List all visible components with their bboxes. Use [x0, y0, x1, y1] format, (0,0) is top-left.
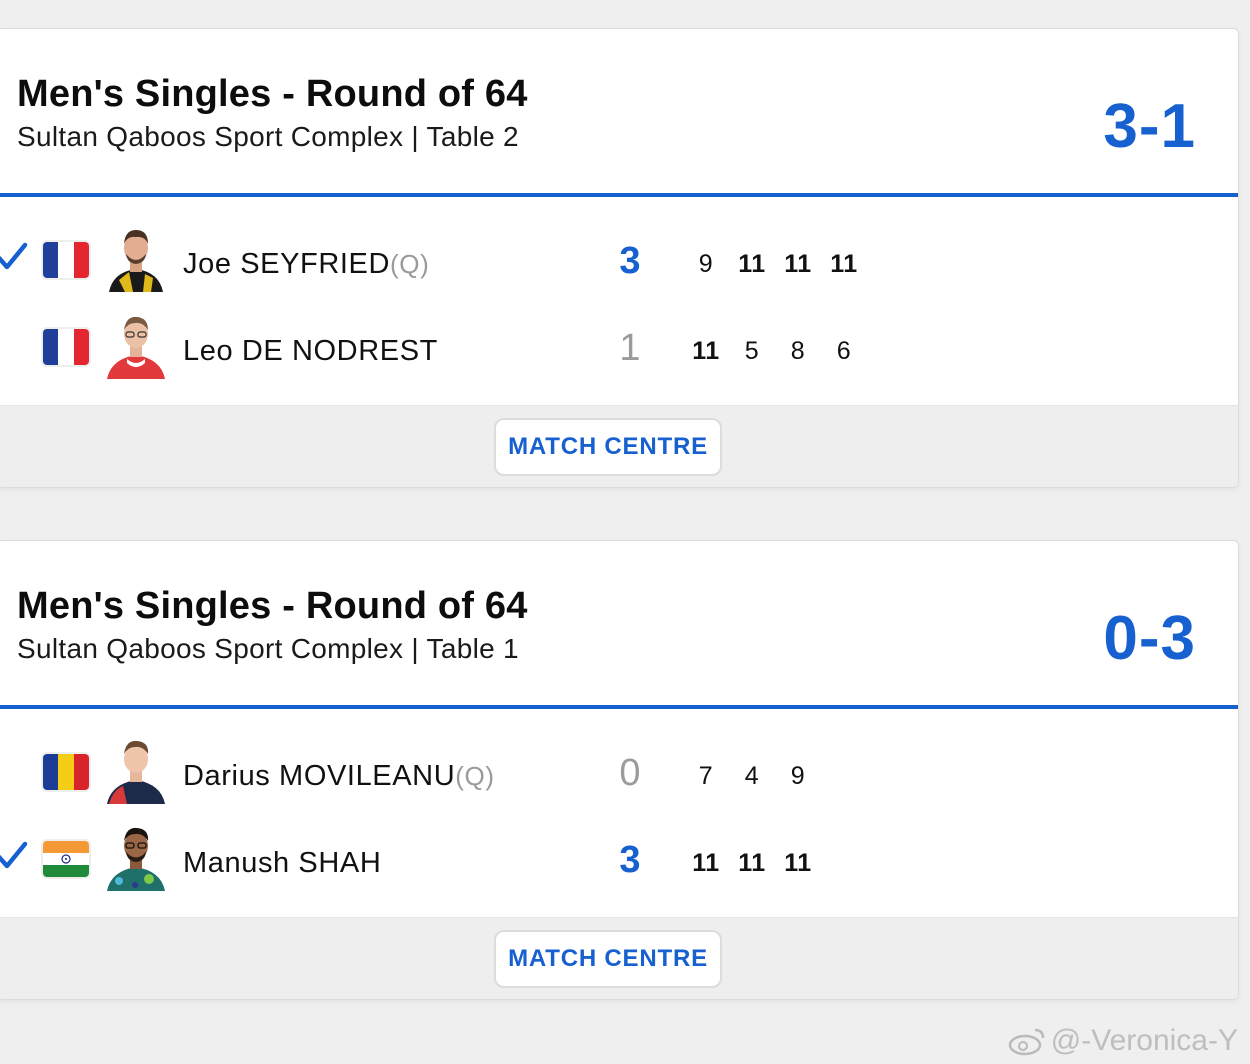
player-name-text: Darius MOVILEANU: [183, 760, 456, 792]
player-avatar: [105, 309, 167, 379]
match-title: Men's Singles - Round of 64: [17, 585, 528, 627]
player-name-text: Manush SHAH: [183, 847, 382, 879]
weibo-icon: [1008, 1028, 1045, 1056]
player-name[interactable]: Leo DE NODREST: [183, 335, 438, 368]
games-won: 1: [619, 327, 641, 369]
set-score: 11: [784, 250, 812, 278]
match-card: Men's Singles - Round of 64 Sultan Qaboo…: [0, 540, 1239, 1000]
match-centre-button[interactable]: MATCH CENTRE: [494, 930, 722, 988]
set-score: 9: [698, 250, 714, 278]
set-score: 8: [790, 337, 806, 365]
match-card: Men's Singles - Round of 64 Sultan Qaboo…: [0, 28, 1239, 488]
results-page: Men's Singles - Round of 64 Sultan Qaboo…: [0, 0, 1250, 1064]
player-avatar: [105, 222, 167, 292]
games-won: 3: [619, 839, 641, 881]
watermark-text: @-Veronica-Y: [1050, 1024, 1238, 1057]
player-name[interactable]: Darius MOVILEANU(Q): [183, 760, 495, 793]
player-row: Darius MOVILEANU(Q) 0 7 4 9: [0, 726, 1238, 812]
set-score: 11: [738, 849, 766, 877]
set-scores: 7 4 9: [683, 762, 821, 791]
match-venue: Sultan Qaboos Sport Complex | Table 2: [17, 121, 519, 152]
set-score: 11: [784, 849, 812, 877]
set-scores: 11 5 8 6: [683, 337, 867, 366]
overall-score: 3-1: [1103, 92, 1196, 161]
romania-flag-icon: [43, 754, 89, 790]
set-score: 11: [692, 849, 720, 877]
set-score: 11: [830, 250, 858, 278]
winner-check-icon: [0, 242, 28, 270]
match-title: Men's Singles - Round of 64: [17, 73, 528, 115]
player-name[interactable]: Joe SEYFRIED(Q): [183, 248, 429, 281]
player-row: Manush SHAH 3 11 11 11: [0, 813, 1238, 899]
match-venue: Sultan Qaboos Sport Complex | Table 1: [17, 633, 519, 664]
winner-check-icon: [0, 841, 28, 869]
watermark: @-Veronica-Y: [1007, 1024, 1238, 1058]
player-avatar: [105, 821, 167, 891]
set-score: 4: [744, 762, 760, 790]
set-score: 11: [692, 337, 720, 365]
match-header: Men's Singles - Round of 64 Sultan Qaboo…: [0, 541, 1238, 709]
match-header: Men's Singles - Round of 64 Sultan Qaboo…: [0, 29, 1238, 197]
set-scores: 11 11 11: [683, 849, 821, 878]
qualifier-tag: (Q): [455, 761, 495, 791]
qualifier-tag: (Q): [390, 249, 430, 279]
player-name-text: Joe SEYFRIED: [183, 248, 391, 280]
player-row: Leo DE NODREST 1 11 5 8 6: [0, 301, 1238, 387]
match-footer: MATCH CENTRE: [0, 405, 1238, 487]
set-score: 5: [744, 337, 760, 365]
player-avatar: [105, 734, 167, 804]
match-footer: MATCH CENTRE: [0, 917, 1238, 999]
set-score: 9: [790, 762, 806, 790]
player-row: Joe SEYFRIED(Q) 3 9 11 11 11: [0, 214, 1238, 300]
france-flag-icon: [43, 242, 89, 278]
set-scores: 9 11 11 11: [683, 250, 867, 279]
set-score: 7: [698, 762, 714, 790]
match-centre-button[interactable]: MATCH CENTRE: [494, 418, 722, 476]
player-name-text: Leo DE NODREST: [183, 335, 438, 367]
games-won: 3: [619, 240, 641, 282]
overall-score: 0-3: [1103, 604, 1196, 673]
india-flag-icon: [43, 841, 89, 877]
set-score: 11: [738, 250, 766, 278]
games-won: 0: [619, 752, 641, 794]
france-flag-icon: [43, 329, 89, 365]
set-score: 6: [836, 337, 852, 365]
chakra-icon: [61, 854, 71, 864]
player-name[interactable]: Manush SHAH: [183, 847, 381, 880]
